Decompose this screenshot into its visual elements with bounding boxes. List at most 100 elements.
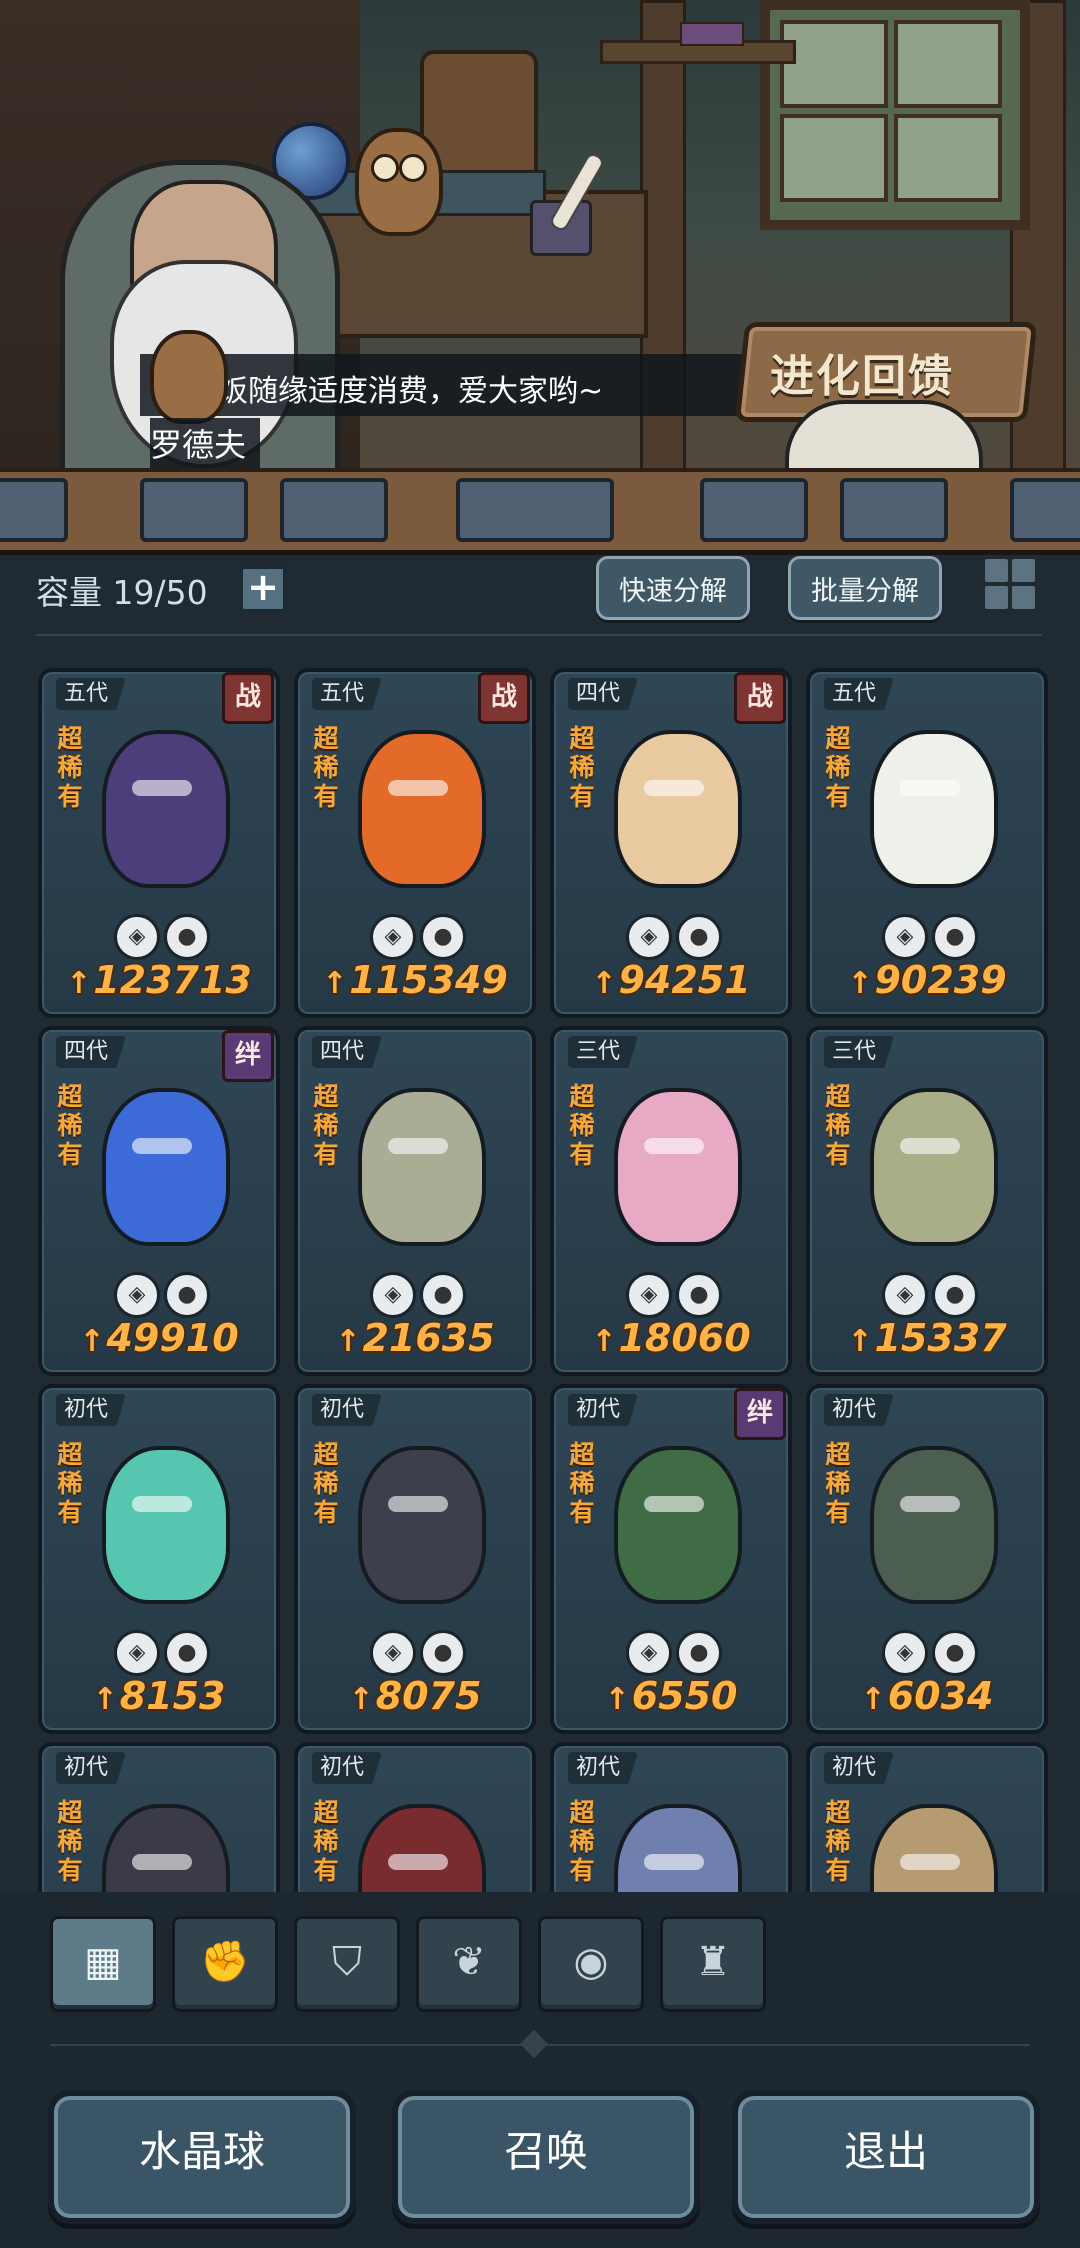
creature-portrait	[614, 1446, 742, 1604]
evolution-reward-label[interactable]: 进化回馈	[770, 340, 954, 404]
class-icon: ◈	[882, 1272, 928, 1318]
creature-card[interactable]: 初代 超稀有	[294, 1742, 536, 1892]
creature-card[interactable]: 初代 超稀有 ◈ ● ↑8075	[294, 1384, 536, 1734]
exit-button[interactable]: 退出	[732, 2090, 1040, 2224]
rarity-label: 超稀有	[57, 724, 83, 811]
rarity-label: 超稀有	[57, 1440, 83, 1527]
filter-button-alien-icon[interactable]: ◉	[538, 1916, 644, 2012]
creature-portrait	[870, 1804, 998, 1892]
class-icon: ◈	[370, 914, 416, 960]
element-icon: ●	[676, 1272, 722, 1318]
creature-portrait	[102, 1088, 230, 1246]
creature-portrait	[102, 1446, 230, 1604]
generation-tag: 四代	[56, 1036, 127, 1068]
power-icon: ↑	[847, 1324, 873, 1359]
power-value: ↑8153	[42, 1674, 276, 1718]
power-number: 15337	[874, 1316, 1007, 1360]
creature-portrait	[358, 730, 486, 888]
add-capacity-button[interactable]: +	[240, 566, 286, 612]
filter-button-leaf-icon[interactable]: ❦	[416, 1916, 522, 2012]
filter-button-all-icon[interactable]: ▦	[50, 1916, 156, 2012]
power-icon: ↑	[66, 966, 92, 1001]
class-icon: ◈	[370, 1630, 416, 1676]
power-number: 115349	[349, 958, 508, 1002]
generation-tag: 初代	[312, 1752, 383, 1784]
power-value: ↑8075	[298, 1674, 532, 1718]
creature-card[interactable]: 初代 超稀有	[550, 1742, 792, 1892]
class-icon: ◈	[882, 914, 928, 960]
quick-decompose-button[interactable]: 快速分解	[596, 556, 750, 620]
generation-tag: 初代	[824, 1752, 895, 1784]
element-icon: ●	[676, 914, 722, 960]
creature-portrait	[358, 1804, 486, 1892]
creature-card[interactable]: 五代 超稀有战 ◈ ● ↑123713	[38, 668, 280, 1018]
creature-card[interactable]: 五代 超稀有战 ◈ ● ↑115349	[294, 668, 536, 1018]
power-value: ↑6034	[810, 1674, 1044, 1718]
creature-card[interactable]: 初代 超稀有绊 ◈ ● ↑6550	[550, 1384, 792, 1734]
generation-tag: 三代	[568, 1036, 639, 1068]
creature-portrait	[614, 730, 742, 888]
power-icon: ↑	[322, 966, 348, 1001]
element-icon: ●	[420, 1272, 466, 1318]
creature-card[interactable]: 五代 超稀有 ◈ ● ↑90239	[806, 668, 1048, 1018]
power-icon: ↑	[591, 1324, 617, 1359]
creature-card[interactable]: 三代 超稀有 ◈ ● ↑15337	[806, 1026, 1048, 1376]
power-value: ↑94251	[554, 958, 788, 1002]
generation-tag: 初代	[56, 1394, 127, 1426]
element-icon: ●	[164, 1272, 210, 1318]
creature-grid: 五代 超稀有战 ◈ ● ↑123713 五代 超稀有战 ◈ ● ↑115349 四代 超稀有战 ◈ ● ↑9…	[0, 660, 1080, 1892]
power-icon: ↑	[591, 966, 617, 1001]
creature-card[interactable]: 初代 超稀有	[806, 1742, 1048, 1892]
grid-view-icon[interactable]	[982, 556, 1038, 612]
rarity-label: 超稀有	[569, 1082, 595, 1169]
creature-card[interactable]: 初代 超稀有 ◈ ● ↑6034	[806, 1384, 1048, 1734]
creature-card[interactable]: 三代 超稀有 ◈ ● ↑18060	[550, 1026, 792, 1376]
creature-card[interactable]: 四代 超稀有 ◈ ● ↑21635	[294, 1026, 536, 1376]
creature-card[interactable]: 初代 超稀有	[38, 1742, 280, 1892]
element-icon: ●	[420, 914, 466, 960]
bond-badge: 绊	[734, 1388, 786, 1440]
dialog-text: 饭随缘适度消费，爱大家哟~	[218, 374, 604, 409]
all-icon: ▦	[84, 1939, 122, 1985]
batch-decompose-button[interactable]: 批量分解	[788, 556, 942, 620]
divider	[36, 634, 1042, 636]
filter-button-tower-icon[interactable]: ♜	[660, 1916, 766, 2012]
rarity-label: 超稀有	[57, 1082, 83, 1169]
power-number: 123713	[93, 958, 252, 1002]
power-value: ↑90239	[810, 958, 1044, 1002]
class-icon: ◈	[626, 1630, 672, 1676]
study-room-scene: 饭随缘适度消费，爱大家哟~ 罗德夫 进化回馈	[0, 0, 1080, 500]
generation-tag: 三代	[824, 1036, 895, 1068]
element-icon: ●	[932, 1272, 978, 1318]
power-number: 8075	[375, 1674, 482, 1718]
power-icon: ↑	[860, 1682, 886, 1717]
filter-button-shield-icon[interactable]: ⛉	[294, 1916, 400, 2012]
power-number: 49910	[106, 1316, 239, 1360]
creature-card[interactable]: 四代 超稀有战 ◈ ● ↑94251	[550, 668, 792, 1018]
game-screen: { "dialog": { "text": "饭随缘适度消费，爱大家哟~", "…	[0, 0, 1080, 2248]
creature-portrait	[614, 1088, 742, 1246]
generation-tag: 五代	[56, 678, 127, 710]
element-icon: ●	[420, 1630, 466, 1676]
crystal-ball-button[interactable]: 水晶球	[48, 2090, 356, 2224]
battle-badge: 战	[734, 672, 786, 724]
speaker-name: 罗德夫	[150, 418, 261, 470]
power-value: ↑49910	[42, 1316, 276, 1360]
rarity-label: 超稀有	[313, 724, 339, 811]
creature-card[interactable]: 初代 超稀有 ◈ ● ↑8153	[38, 1384, 280, 1734]
power-icon: ↑	[335, 1324, 361, 1359]
creature-portrait	[358, 1088, 486, 1246]
creature-portrait	[870, 730, 998, 888]
tower-icon: ♜	[695, 1939, 731, 1985]
shield-icon: ⛉	[332, 1939, 362, 1985]
rarity-label: 超稀有	[825, 1440, 851, 1527]
power-icon: ↑	[847, 966, 873, 1001]
rarity-label: 超稀有	[825, 724, 851, 811]
summon-button[interactable]: 召唤	[392, 2090, 700, 2224]
element-icon: ●	[676, 1630, 722, 1676]
creature-portrait	[614, 1804, 742, 1892]
class-icon: ◈	[114, 914, 160, 960]
generation-tag: 五代	[312, 678, 383, 710]
filter-button-fist-icon[interactable]: ✊	[172, 1916, 278, 2012]
creature-card[interactable]: 四代 超稀有绊 ◈ ● ↑49910	[38, 1026, 280, 1376]
